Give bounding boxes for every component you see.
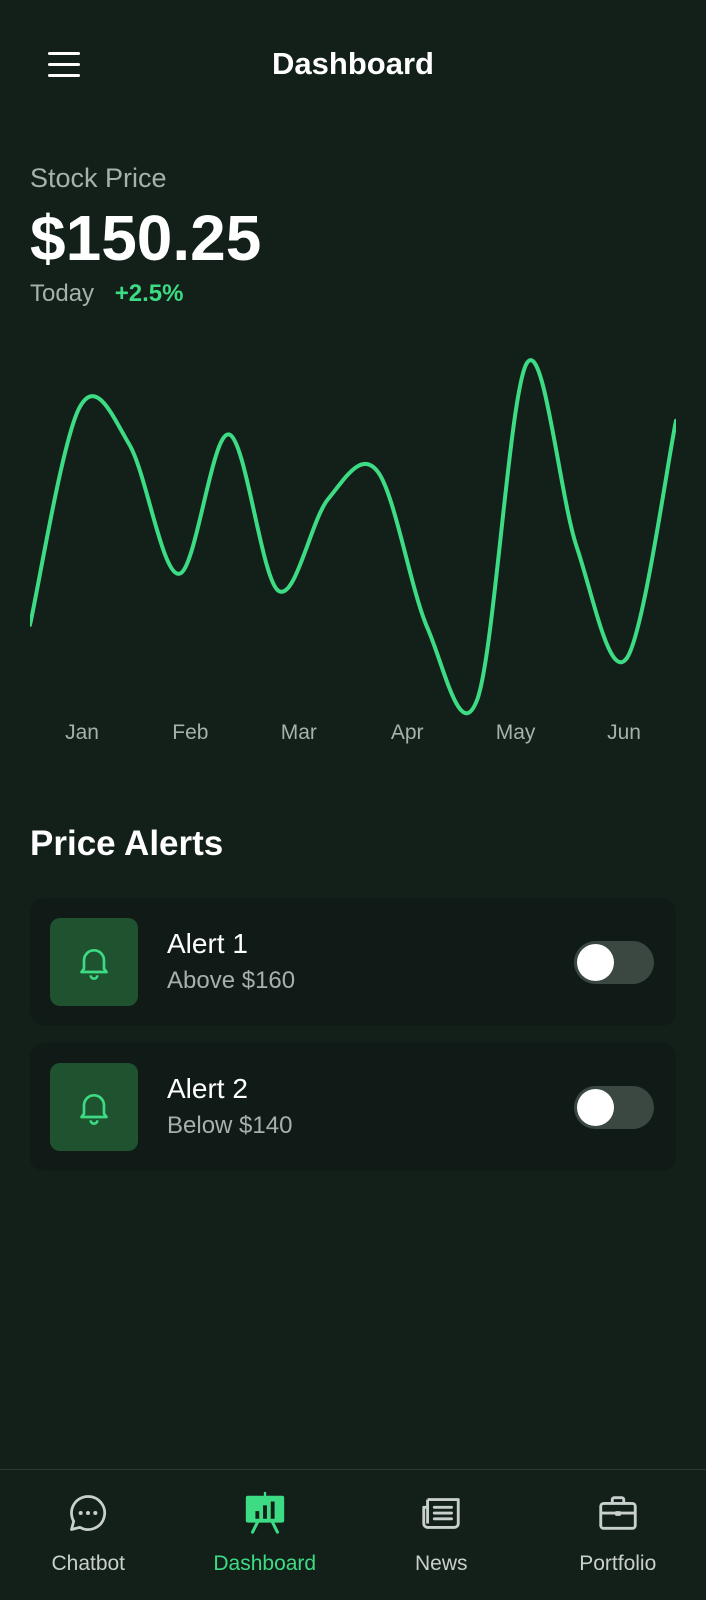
alert-toggle[interactable]	[574, 1086, 654, 1129]
bell-icon	[80, 1094, 108, 1125]
price-alerts-title: Price Alerts	[30, 824, 224, 863]
stock-price-chart: Jan Feb Mar Apr May Jun	[30, 355, 676, 760]
bottom-nav: Chatbot Dashboard News Portfolio	[0, 1469, 706, 1600]
bell-icon	[80, 949, 108, 980]
alert-name: Alert 2	[167, 1073, 248, 1104]
line-chart-svg: Jan Feb Mar Apr May Jun	[30, 358, 676, 744]
alert-name: Alert 1	[167, 928, 248, 959]
chat-bubble-icon	[65, 1490, 111, 1536]
newspaper-icon	[418, 1490, 464, 1536]
nav-item-chatbot[interactable]: Chatbot	[0, 1470, 177, 1600]
stock-price-label: Stock Price	[30, 163, 167, 193]
alert-condition: Above $160	[167, 967, 296, 994]
alert-card[interactable]: Alert 2 Below $140	[30, 1043, 676, 1171]
nav-label: Portfolio	[579, 1552, 657, 1575]
x-axis-label: Mar	[281, 721, 317, 744]
price-change-row: Today +2.5%	[30, 278, 261, 310]
toggle-knob	[577, 1089, 614, 1126]
price-summary: Stock Price $150.25 Today +2.5%	[30, 160, 261, 310]
price-change-period: Today	[30, 280, 95, 307]
alert-toggle[interactable]	[574, 941, 654, 984]
x-axis-label: Jan	[65, 721, 99, 744]
x-axis-label: Apr	[391, 721, 424, 744]
alert-text: Alert 2 Below $140	[167, 1071, 292, 1143]
alert-condition: Below $140	[167, 1112, 293, 1139]
nav-label: Chatbot	[51, 1552, 126, 1575]
price-line	[30, 358, 676, 716]
x-axis-label: Jun	[607, 721, 641, 744]
x-axis-label: May	[496, 721, 536, 744]
nav-item-portfolio[interactable]: Portfolio	[530, 1470, 706, 1600]
nav-label: Dashboard	[213, 1552, 317, 1575]
alert-card[interactable]: Alert 1 Above $160	[30, 898, 676, 1026]
nav-label: News	[414, 1552, 468, 1575]
nav-item-dashboard[interactable]: Dashboard	[177, 1470, 354, 1600]
x-axis-label: Feb	[172, 721, 208, 744]
toggle-knob	[577, 944, 614, 981]
app-header: Dashboard	[0, 0, 706, 130]
page-title: Dashboard	[272, 46, 434, 81]
presentation-chart-icon	[242, 1490, 288, 1536]
alert-icon-box	[50, 918, 138, 1006]
nav-item-news[interactable]: News	[353, 1470, 530, 1600]
briefcase-icon	[595, 1490, 641, 1536]
alert-text: Alert 1 Above $160	[167, 926, 295, 998]
price-change-value: +2.5%	[114, 280, 184, 307]
stock-price-value: $150.25	[30, 202, 262, 274]
alert-icon-box	[50, 1063, 138, 1151]
